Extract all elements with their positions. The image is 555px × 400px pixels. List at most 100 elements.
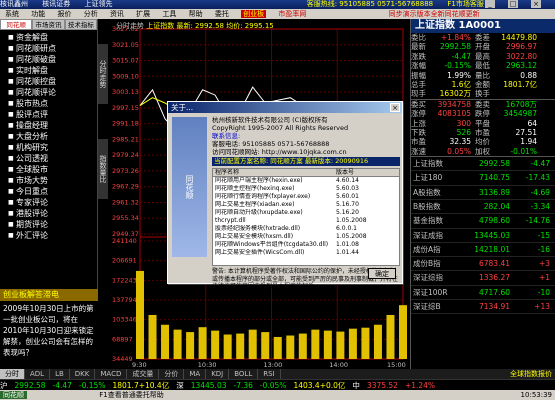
bottom-bar: 同花顺 F1查看普通委托帮助 10:53:39	[0, 390, 555, 400]
col-version[interactable]: 版本号	[333, 169, 399, 176]
version-row[interactable]: 网上交易安全模块(hxsm.dll) 1.05.2008	[213, 233, 399, 241]
quote-row: 上涨 300 平盘 64	[411, 119, 555, 128]
status-item: 3375.52	[366, 381, 398, 390]
bullet-icon: ■	[8, 166, 14, 173]
menu-info[interactable]: 资讯	[110, 10, 124, 18]
tab-market-info[interactable]: 市场资讯	[32, 19, 65, 30]
dialog-title: 关于...	[168, 102, 402, 113]
menu-function[interactable]: 功能	[31, 10, 45, 18]
indicator-tab[interactable]: 分时	[0, 369, 25, 379]
left-nav-item[interactable]: ■ 大盘分析	[8, 131, 97, 142]
maximize-button[interactable]: □	[508, 0, 518, 8]
version-row[interactable]: 网上交易安全插件(WicsCom.dll) 1.01.44	[213, 249, 399, 257]
version-row[interactable]: thcrypt.dll 1.05.2008	[213, 217, 399, 225]
index-row[interactable]: B股指数 282.04 -3.34	[411, 200, 555, 215]
left-nav-item[interactable]: ■ 股评点评	[8, 109, 97, 120]
tab-indicators[interactable]: 技术指标	[64, 19, 97, 30]
index-row[interactable]: A股指数 3136.89 -4.69	[411, 186, 555, 200]
left-nav-item[interactable]: ■ 同花顺研点	[8, 43, 97, 54]
index-row[interactable]: 深证综B 7134.91 +13	[411, 300, 555, 315]
tab-tonghuashun[interactable]: 同花顺	[0, 19, 33, 30]
version-row[interactable]: 股票经纪服务模块(hxtrade.dll) 6.0.0.1	[213, 225, 399, 233]
minimize-button[interactable]: _	[485, 0, 495, 8]
left-nav-label: 大盘分析	[16, 132, 48, 141]
left-nav-item[interactable]: ■ 操盘经理	[8, 120, 97, 131]
side-tab-intraday[interactable]: 分时走势	[98, 44, 108, 104]
version-row[interactable]: 网上交易主程序(xiadan.exe) 5.16.70	[213, 201, 399, 209]
indicator-tab[interactable]: MACD	[95, 369, 128, 379]
start-button[interactable]: 同花顺	[0, 391, 27, 399]
quote-v1: -0.15%	[444, 61, 471, 71]
version-row[interactable]: 同花顺自动升级(hxupdate.exe) 5.16.20	[213, 209, 399, 217]
left-nav-item[interactable]: ■ 股市热点	[8, 98, 97, 109]
side-tab-volume-ratio[interactable]: 指数量比	[98, 139, 108, 199]
indicator-tab[interactable]: BOLL	[229, 369, 259, 379]
menu-quote[interactable]: 报价	[57, 10, 71, 18]
indicator-tab[interactable]: 分价	[159, 369, 185, 379]
ok-button[interactable]: 确定	[368, 268, 396, 279]
menu-extend[interactable]: 扩展	[136, 10, 150, 18]
about-dialog: 关于... × 同花顺 杭州核新软件技术有限公司 (C)版权所有 CopyRig…	[167, 101, 403, 290]
service-tag[interactable]: F1市场客服	[447, 0, 483, 8]
indicator-tab[interactable]: 成交量	[127, 369, 160, 379]
indicator-tab[interactable]: RSI	[258, 369, 281, 379]
index-row[interactable]: 深证综指 1336.27 +1	[411, 271, 555, 286]
menu-tools[interactable]: 工具	[162, 10, 176, 18]
left-nav-item[interactable]: ■ 资金解盘	[8, 32, 97, 43]
index-row[interactable]: 上证180 7140.75 -17.43	[411, 171, 555, 186]
left-nav-item[interactable]: ■ 专家评论	[8, 197, 97, 208]
pe-link[interactable]: 市盈率网	[278, 10, 306, 18]
left-nav-item[interactable]: ■ 同花顺控盘	[8, 76, 97, 87]
menu-bar: 系统 功能 报价 分析 资讯 扩展 工具 帮助 委托 创业板 市盈率网 同步演示…	[0, 9, 555, 19]
version-number: 1.05.2008	[336, 233, 367, 240]
volume-bar	[361, 327, 370, 359]
left-nav-item[interactable]: ■ 同花顺破盘	[8, 54, 97, 65]
program-name: 网上交易安全模块(hxsm.dll)	[215, 233, 294, 240]
bullet-icon: ■	[8, 100, 14, 107]
website-link[interactable]: 访问同花顺网站: http://www.10jqka.com.cn	[212, 148, 400, 156]
index-row[interactable]: 成份A指 14218.01 -16	[411, 243, 555, 258]
version-row[interactable]: 同花顺行情查询程序(fxplayer.exe) 5.60.01	[213, 193, 399, 201]
version-table[interactable]: 程序名称 版本号 同花顺用户端主程序(hexin.exe) 4.60.14 同花顺主…	[212, 168, 400, 266]
index-row[interactable]: 上证指数 2992.58 -4.47	[411, 157, 555, 172]
menu-system[interactable]: 系统	[5, 10, 19, 18]
left-nav-item[interactable]: ■ 外汇评论	[8, 230, 97, 241]
menu-help[interactable]: 帮助	[189, 10, 203, 18]
y-tick-label: 2985.21	[112, 135, 139, 143]
version-row[interactable]: 同花顺用户端主程序(hexin.exe) 4.60.14	[213, 177, 399, 185]
left-nav-item[interactable]: ■ 市场大势	[8, 175, 97, 186]
version-row[interactable]: 同花顺主控程序(hexinq.exe) 5.60.03	[213, 185, 399, 193]
indicator-tab[interactable]: MA	[184, 369, 207, 379]
index-row[interactable]: 深证成指 13445.03 -15	[411, 229, 555, 243]
global-index-quote[interactable]: 全球指数报价	[510, 369, 555, 379]
left-nav-item[interactable]: ■ 同花顺评论	[8, 87, 97, 98]
left-nav-item[interactable]: ■ 机构研究	[8, 142, 97, 153]
indicator-tab[interactable]: ADL	[25, 369, 51, 379]
left-nav-item[interactable]: ■ 全球股市	[8, 164, 97, 175]
index-row[interactable]: 基金指数 4798.60 -14.76	[411, 214, 555, 229]
contact-label: 联系信息:	[212, 132, 241, 140]
left-nav-item[interactable]: ■ 公司透视	[8, 153, 97, 164]
left-nav-item[interactable]: ■ 期货评论	[8, 219, 97, 230]
menu-analysis[interactable]: 分析	[84, 10, 98, 18]
index-row[interactable]: 成份B指 6783.41 +3	[411, 257, 555, 272]
dialog-close-button[interactable]: ×	[390, 103, 400, 112]
quote-v2: 64	[527, 118, 537, 128]
left-nav-item[interactable]: ■ 今日重点	[8, 186, 97, 197]
left-nav-item[interactable]: ■ 实时解盘	[8, 65, 97, 76]
news-title[interactable]: 创业板解答滞电	[0, 289, 98, 301]
left-nav-label: 机构研究	[16, 143, 48, 152]
left-nav-label: 同花顺评论	[16, 88, 56, 97]
indicator-tab[interactable]: DKK	[70, 369, 96, 379]
indicator-tab[interactable]: KDJ	[206, 369, 230, 379]
close-button[interactable]: ×	[531, 0, 541, 8]
menu-trade[interactable]: 委托	[215, 10, 229, 18]
chinext-tag[interactable]: 创业板	[241, 10, 267, 18]
col-program[interactable]: 程序名称	[213, 169, 333, 176]
left-nav-label: 专家评论	[16, 198, 48, 207]
update-link[interactable]: 同步演示版本全新同花顺更新	[389, 10, 480, 18]
indicator-tab[interactable]: LB	[50, 369, 70, 379]
version-row[interactable]: 同花顺Windows平台组件(tcgdata30.dll) 1.01.08	[213, 241, 399, 249]
index-row[interactable]: 深证100R 4717.60 -10	[411, 286, 555, 301]
left-nav-item[interactable]: ■ 港股评论	[8, 208, 97, 219]
